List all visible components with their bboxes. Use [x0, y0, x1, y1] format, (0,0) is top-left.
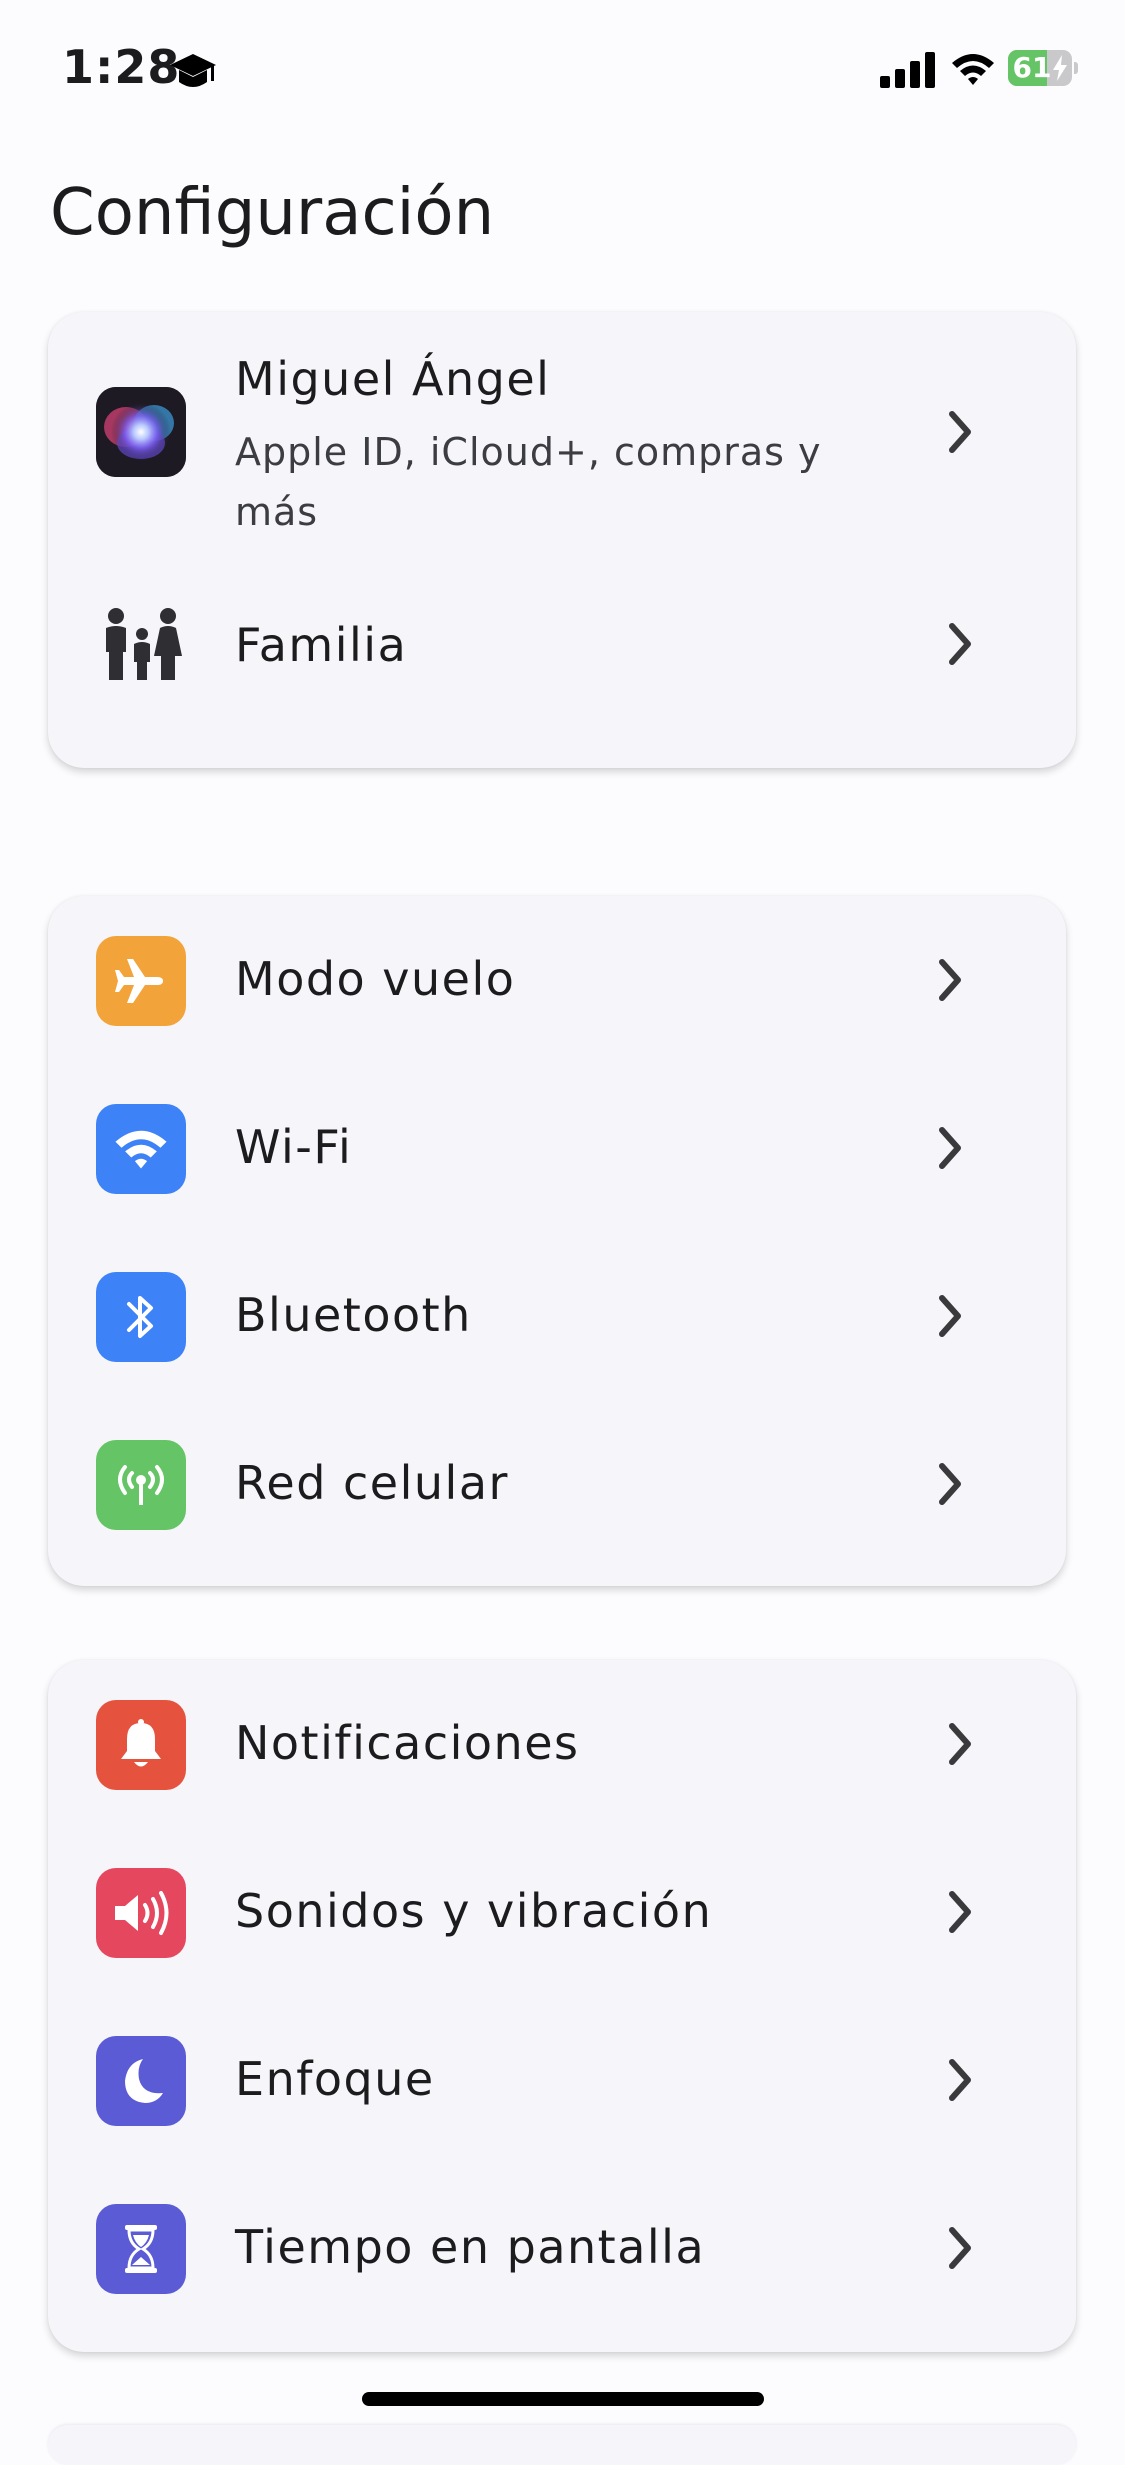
cellular-antenna-icon	[96, 1440, 186, 1530]
chevron-right-icon	[939, 1127, 961, 1169]
alerts-card: Notificaciones Sonidos y vibración Enfoq…	[48, 1660, 1076, 2352]
status-bar: 1:28 61	[0, 0, 1125, 140]
charging-bolt-icon	[1053, 55, 1067, 81]
chevron-right-icon	[949, 1891, 971, 1933]
chevron-right-icon	[949, 2059, 971, 2101]
hourglass-icon	[96, 2204, 186, 2294]
settings-row-wifi[interactable]: Wi-Fi	[48, 1064, 1066, 1232]
profile-name: Miguel Ángel	[235, 352, 551, 406]
settings-row-airplane-mode[interactable]: Modo vuelo	[48, 896, 1066, 1064]
chevron-right-icon	[949, 1723, 971, 1765]
battery-indicator: 61	[1008, 50, 1078, 86]
profile-row[interactable]: Miguel Ángel Apple ID, iCloud+, compras …	[48, 312, 1076, 576]
chevron-right-icon	[949, 623, 971, 665]
screen-time-label: Tiempo en pantalla	[235, 2220, 706, 2274]
settings-row-screen-time[interactable]: Tiempo en pantalla	[48, 2164, 1076, 2332]
bell-icon	[96, 1700, 186, 1790]
page-title: Configuración	[50, 176, 495, 250]
settings-row-focus[interactable]: Enfoque	[48, 1996, 1076, 2164]
chevron-right-icon	[949, 2227, 971, 2269]
settings-row-sounds[interactable]: Sonidos y vibración	[48, 1828, 1076, 1996]
cellular-signal-icon	[880, 52, 935, 88]
speaker-icon	[96, 1868, 186, 1958]
next-settings-card	[48, 2425, 1076, 2465]
family-label: Familia	[235, 618, 408, 672]
chevron-right-icon	[939, 959, 961, 1001]
chevron-right-icon	[939, 1295, 961, 1337]
wifi-icon	[96, 1104, 186, 1194]
wifi-label: Wi-Fi	[235, 1120, 353, 1174]
siri-avatar-icon	[96, 387, 186, 477]
bluetooth-icon	[96, 1272, 186, 1362]
chevron-right-icon	[949, 411, 971, 453]
focus-label: Enfoque	[235, 2052, 435, 2106]
connectivity-card: Modo vuelo Wi-Fi Bluetooth Red celular	[48, 896, 1066, 1586]
moon-icon	[96, 2036, 186, 2126]
wifi-icon	[952, 54, 994, 85]
account-card: Miguel Ángel Apple ID, iCloud+, compras …	[48, 312, 1076, 768]
status-time: 1:28	[62, 40, 181, 94]
chevron-right-icon	[939, 1463, 961, 1505]
cellular-label: Red celular	[235, 1456, 509, 1510]
bluetooth-label: Bluetooth	[235, 1288, 472, 1342]
airplane-mode-label: Modo vuelo	[235, 952, 516, 1006]
graduation-cap-icon	[170, 54, 216, 87]
settings-row-cellular[interactable]: Red celular	[48, 1400, 1066, 1568]
settings-row-bluetooth[interactable]: Bluetooth	[48, 1232, 1066, 1400]
notifications-label: Notificaciones	[235, 1716, 580, 1770]
airplane-icon	[96, 936, 186, 1026]
home-indicator[interactable]	[362, 2392, 764, 2406]
settings-row-notifications[interactable]: Notificaciones	[48, 1660, 1076, 1828]
sounds-label: Sonidos y vibración	[235, 1884, 713, 1938]
family-icon	[106, 608, 182, 680]
battery-percent: 61	[1012, 51, 1052, 84]
profile-subtitle: Apple ID, iCloud+, compras y más	[235, 430, 822, 534]
family-row[interactable]: Familia	[48, 576, 1076, 716]
